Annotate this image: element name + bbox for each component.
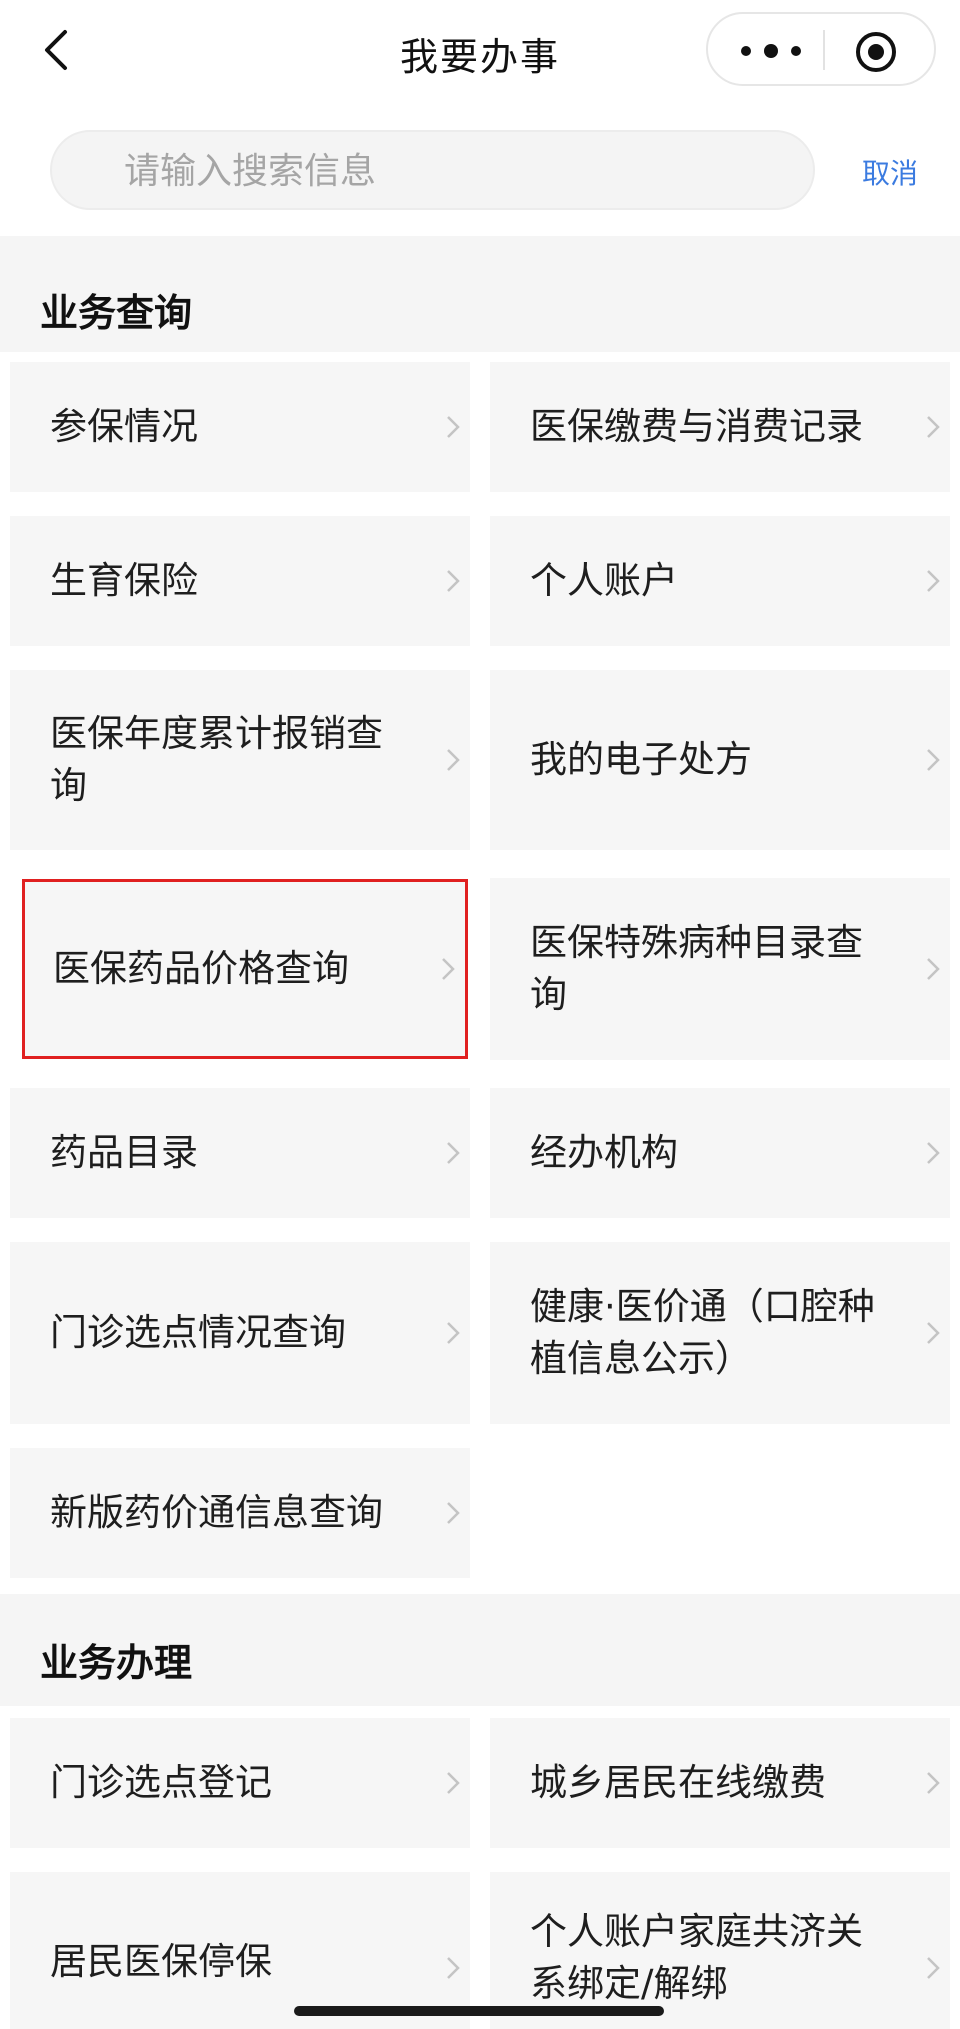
section-header-handle: 业务办理	[0, 1594, 960, 1706]
section-grid-query: 参保情况 医保缴费与消费记录 生育保险 个人账户 医保年度累计报销查询 我的电子…	[0, 352, 960, 1594]
chevron-right-icon	[927, 570, 940, 592]
chevron-right-icon	[927, 1142, 940, 1164]
service-card[interactable]: 参保情况	[10, 362, 470, 492]
service-card[interactable]: 个人账户	[490, 516, 950, 646]
chevron-right-icon	[447, 1142, 460, 1164]
service-card-label: 城乡居民在线缴费	[530, 1761, 826, 1804]
section-grid-handle: 门诊选点登记 城乡居民在线缴费 居民医保停保 个人账户家庭共济关系绑定/解绑	[0, 1706, 960, 2029]
service-card[interactable]: 新版药价通信息查询	[10, 1448, 470, 1578]
service-card[interactable]: 医保缴费与消费记录	[490, 362, 950, 492]
chevron-right-icon	[927, 1957, 940, 1979]
chevron-right-icon	[927, 416, 940, 438]
section-header-query: 业务查询	[0, 236, 960, 352]
service-card-label: 医保年度累计报销查询	[50, 712, 383, 807]
chevron-right-icon	[927, 958, 940, 980]
cancel-button[interactable]: 取消	[862, 152, 918, 192]
service-card-highlighted[interactable]: 医保药品价格查询	[22, 879, 468, 1059]
chevron-right-icon	[447, 1772, 460, 1794]
capsule-divider	[823, 30, 825, 70]
more-icon[interactable]	[736, 36, 806, 66]
chevron-right-icon	[447, 570, 460, 592]
service-card[interactable]: 医保年度累计报销查询	[10, 670, 470, 850]
chevron-right-icon	[927, 1322, 940, 1344]
search-box[interactable]	[50, 130, 815, 210]
chevron-right-icon	[447, 1502, 460, 1524]
chevron-right-icon	[447, 416, 460, 438]
service-card-label: 医保特殊病种目录查询	[530, 921, 863, 1016]
service-card[interactable]: 我的电子处方	[490, 670, 950, 850]
section-title: 业务查询	[40, 291, 193, 335]
service-card-label: 个人账户	[530, 559, 678, 602]
service-card[interactable]: 经办机构	[490, 1088, 950, 1218]
section-title: 业务办理	[40, 1641, 193, 1685]
service-card[interactable]: 城乡居民在线缴费	[490, 1718, 950, 1848]
home-indicator	[294, 2006, 664, 2016]
service-card[interactable]: 门诊选点情况查询	[10, 1242, 470, 1424]
service-card-label: 医保缴费与消费记录	[530, 405, 863, 448]
service-card[interactable]: 药品目录	[10, 1088, 470, 1218]
service-card-label: 新版药价通信息查询	[50, 1491, 383, 1534]
service-card-label: 健康·医价通（口腔种植信息公示）	[530, 1285, 875, 1380]
service-card[interactable]: 健康·医价通（口腔种植信息公示）	[490, 1242, 950, 1424]
service-card-label: 生育保险	[50, 559, 198, 602]
service-card-label: 我的电子处方	[530, 738, 752, 781]
service-card-label: 个人账户家庭共济关系绑定/解绑	[530, 1910, 863, 2005]
service-card-label: 门诊选点登记	[50, 1761, 272, 1804]
target-icon[interactable]	[854, 30, 898, 74]
chevron-right-icon	[447, 749, 460, 771]
chevron-right-icon	[927, 1772, 940, 1794]
service-card-label: 药品目录	[50, 1131, 198, 1174]
navigation-bar: 我要办事	[0, 0, 960, 104]
service-card-label: 经办机构	[530, 1131, 678, 1174]
chevron-right-icon	[927, 749, 940, 771]
search-input[interactable]	[122, 132, 776, 210]
service-card[interactable]: 门诊选点登记	[10, 1718, 470, 1848]
chevron-right-icon	[442, 958, 455, 980]
service-card-label: 居民医保停保	[50, 1940, 272, 1983]
service-card[interactable]: 医保特殊病种目录查询	[490, 878, 950, 1060]
chevron-right-icon	[447, 1322, 460, 1344]
service-card-label: 医保药品价格查询	[53, 947, 349, 990]
mini-program-capsule	[706, 12, 936, 86]
search-row: 取消	[0, 104, 960, 234]
service-card[interactable]: 生育保险	[10, 516, 470, 646]
chevron-right-icon	[447, 1957, 460, 1979]
service-card-label: 参保情况	[50, 405, 198, 448]
service-card-label: 门诊选点情况查询	[50, 1311, 346, 1354]
